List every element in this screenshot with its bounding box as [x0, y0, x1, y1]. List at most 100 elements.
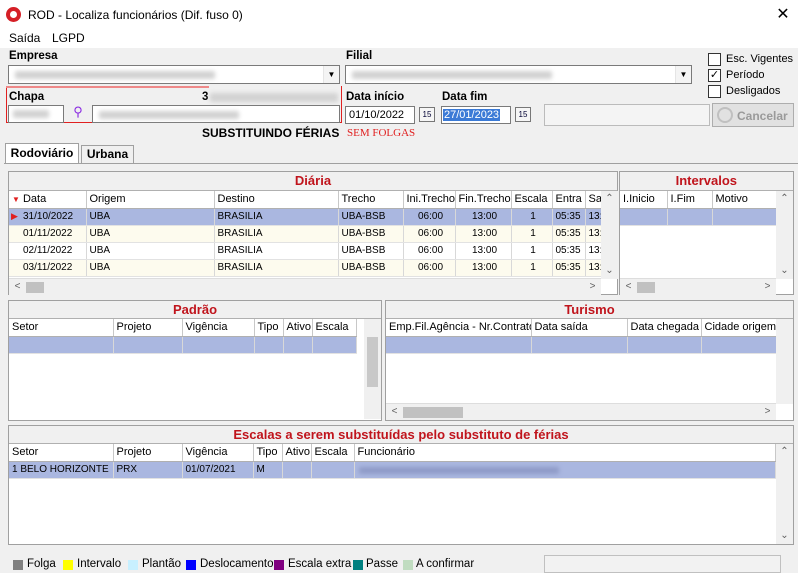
chapa-name-field — [92, 105, 340, 123]
escalas-panel: Escalas a serem substituídas pelo substi… — [8, 425, 794, 545]
column-header[interactable]: Emp.Fil.Agência - Nr.Contrato — [386, 319, 532, 337]
column-header[interactable]: Escala — [312, 319, 357, 337]
column-header[interactable]: Setor — [9, 444, 114, 462]
chevron-right-icon[interactable]: > — [584, 279, 601, 295]
column-header[interactable]: Entra — [552, 191, 586, 209]
legend-label-folga: Folga — [27, 558, 56, 570]
menu-saida[interactable]: Saída — [9, 31, 40, 45]
chevron-down-icon: ▼ — [675, 66, 691, 83]
turismo-grid: Emp.Fil.Agência - Nr.Contrato Data saída… — [386, 319, 777, 354]
column-header[interactable]: Funcionário — [354, 444, 776, 462]
menu-lgpd[interactable]: LGPD — [52, 31, 85, 45]
column-header[interactable]: Data saída — [531, 319, 628, 337]
intervalos-hscroll[interactable]: < > — [620, 278, 776, 295]
data-inicio-label: Data início — [346, 91, 405, 103]
data-inicio-input[interactable]: 01/10/2022 — [345, 106, 415, 124]
search-icon[interactable]: ⚲ — [68, 104, 88, 122]
filial-select[interactable]: ▼ — [345, 65, 692, 84]
intervalos-title: Intervalos — [620, 172, 793, 191]
chapa-input[interactable] — [8, 105, 64, 123]
column-header[interactable]: Setor — [9, 319, 114, 337]
desligados-checkbox[interactable] — [708, 85, 721, 98]
column-header[interactable]: I.Fim — [667, 191, 713, 209]
diaria-title: Diária — [9, 172, 617, 191]
table-row[interactable]: 02/11/2022 UBA BRASILIA UBA-BSB 06:00 13:00… — [9, 242, 602, 260]
calendar-icon[interactable]: 15 — [515, 107, 531, 122]
tab-rodoviario[interactable]: Rodoviário — [5, 143, 79, 163]
calendar-icon[interactable]: 15 — [419, 107, 435, 122]
column-header[interactable]: Destino — [214, 191, 339, 209]
filial-label: Filial — [346, 50, 373, 62]
column-header[interactable]: I.Inicio — [620, 191, 668, 209]
column-header[interactable]: Ativo — [283, 319, 313, 337]
chevron-right-icon[interactable]: > — [759, 404, 776, 420]
column-header[interactable]: Ativo — [282, 444, 312, 462]
column-header[interactable]: Tipo — [254, 319, 284, 337]
chapa-code-redacted — [210, 93, 338, 102]
chevron-down-icon[interactable]: ⌄ — [776, 263, 793, 279]
column-header[interactable]: Escala — [511, 191, 553, 209]
padrao-title: Padrão — [9, 301, 381, 319]
column-header[interactable]: Sa — [585, 191, 602, 209]
periodo-checkbox[interactable]: ✓ — [708, 69, 721, 82]
chevron-left-icon[interactable]: < — [9, 279, 26, 295]
diaria-hscroll[interactable]: < > — [9, 278, 601, 295]
turismo-hscroll[interactable]: < > — [386, 403, 776, 420]
column-header[interactable]: Ini.Trecho — [403, 191, 456, 209]
legend-swatch-plantao — [128, 560, 138, 570]
column-header[interactable]: Motivo — [712, 191, 777, 209]
chevron-down-icon[interactable]: ⌄ — [601, 263, 618, 279]
table-row[interactable]: ▶ 31/10/2022 UBA BRASILIA UBA-BSB 06:00 13:0… — [9, 208, 602, 226]
turismo-title: Turismo — [386, 301, 793, 319]
status-main: SUBSTITUINDO FÉRIAS — [202, 126, 340, 140]
cancel-label: Cancelar — [737, 109, 788, 123]
legend-swatch-deslocamento — [186, 560, 196, 570]
column-header[interactable]: Data chegada — [627, 319, 702, 337]
info-field — [544, 104, 710, 126]
close-icon[interactable]: ✕ — [772, 4, 794, 26]
legend-label-intervalo: Intervalo — [77, 558, 122, 570]
chevron-down-icon[interactable]: ⌄ — [776, 528, 793, 544]
table-row[interactable]: 1 BELO HORIZONTE PRX 01/07/2021 M — [9, 461, 776, 479]
tab-divider — [4, 163, 798, 164]
legend-label-escala-extra: Escala extra — [288, 558, 352, 570]
column-header[interactable]: ▼ Data — [9, 191, 87, 209]
chapa-code-prefix: 3 — [202, 91, 209, 103]
column-header[interactable]: Projeto — [113, 444, 183, 462]
column-header[interactable]: Trecho — [338, 191, 404, 209]
diaria-vscroll[interactable]: ⌃ ⌄ — [601, 191, 618, 279]
data-fim-input[interactable]: 27/01/2023 — [441, 106, 511, 124]
cancel-button[interactable]: Cancelar — [712, 103, 794, 127]
chevron-up-icon[interactable]: ⌃ — [776, 444, 793, 460]
column-header[interactable]: Vigência — [182, 319, 255, 337]
chevron-right-icon[interactable]: > — [759, 279, 776, 295]
esc-vigentes-checkbox[interactable] — [708, 53, 721, 66]
data-fim-value: 27/01/2023 — [443, 109, 501, 121]
column-header[interactable]: Origem — [86, 191, 215, 209]
column-header[interactable]: Fin.Trecho — [455, 191, 512, 209]
tab-urbana[interactable]: Urbana — [81, 145, 134, 163]
diaria-grid: ▼ Data Origem Destino Trecho Ini.Trecho … — [9, 191, 602, 277]
status-sub: SEM FOLGAS — [347, 127, 416, 139]
column-header[interactable]: Escala — [311, 444, 355, 462]
column-header[interactable]: Vigência — [182, 444, 254, 462]
table-row[interactable] — [620, 208, 777, 226]
table-row[interactable]: 03/11/2022 UBA BRASILIA UBA-BSB 06:00 13:00… — [9, 259, 602, 277]
escalas-vscroll[interactable]: ⌃ ⌄ — [776, 444, 793, 544]
column-header[interactable]: Tipo — [253, 444, 283, 462]
chevron-left-icon[interactable]: < — [386, 404, 403, 420]
table-row[interactable]: 01/11/2022 UBA BRASILIA UBA-BSB 06:00 13:00… — [9, 225, 602, 243]
chevron-up-icon[interactable]: ⌃ — [601, 191, 618, 207]
intervalos-vscroll[interactable]: ⌃ ⌄ — [776, 191, 793, 279]
column-header[interactable]: Cidade origem — [701, 319, 777, 337]
empresa-select[interactable]: ▼ — [8, 65, 340, 84]
table-row[interactable] — [9, 336, 357, 354]
chevron-up-icon[interactable]: ⌃ — [776, 191, 793, 207]
turismo-vscroll[interactable] — [776, 319, 793, 404]
sort-desc-icon: ▼ — [12, 195, 20, 205]
chevron-left-icon[interactable]: < — [620, 279, 637, 295]
column-header[interactable]: Projeto — [113, 319, 183, 337]
table-row[interactable] — [386, 336, 777, 354]
intervalos-header-row: I.Inicio I.Fim Motivo — [620, 191, 777, 209]
padrao-vscroll[interactable] — [364, 319, 381, 419]
